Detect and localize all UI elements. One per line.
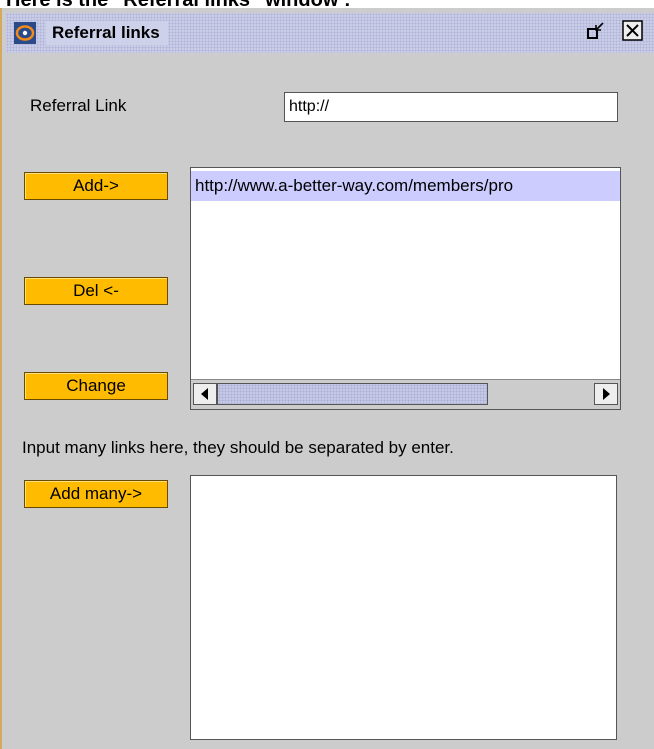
instruction-text: Input many links here, they should be se… bbox=[22, 438, 454, 457]
arrow-left-icon bbox=[201, 388, 208, 400]
many-links-textarea[interactable] bbox=[190, 475, 617, 740]
scrollbar-track[interactable] bbox=[217, 383, 594, 405]
add-many-button[interactable]: Add many-> bbox=[24, 480, 168, 508]
referral-link-label: Referral Link bbox=[30, 96, 127, 115]
arrow-right-icon bbox=[603, 388, 610, 400]
referral-link-input[interactable] bbox=[284, 92, 618, 122]
scroll-right-button[interactable] bbox=[594, 383, 618, 405]
add-button[interactable]: Add-> bbox=[24, 172, 168, 200]
referral-links-list[interactable]: http://www.a-better-way.com/members/pro bbox=[190, 167, 621, 410]
restore-window-icon[interactable] bbox=[585, 20, 607, 42]
delete-button[interactable]: Del <- bbox=[24, 277, 168, 305]
scroll-left-button[interactable] bbox=[193, 383, 217, 405]
close-icon[interactable] bbox=[622, 20, 644, 42]
horizontal-scrollbar[interactable] bbox=[191, 379, 620, 409]
app-logo-icon bbox=[14, 22, 36, 44]
scrollbar-thumb[interactable] bbox=[217, 383, 488, 405]
window-title: Referral links bbox=[46, 21, 168, 45]
list-item[interactable]: http://www.a-better-way.com/members/pro bbox=[191, 171, 620, 201]
change-button[interactable]: Change bbox=[24, 372, 168, 400]
